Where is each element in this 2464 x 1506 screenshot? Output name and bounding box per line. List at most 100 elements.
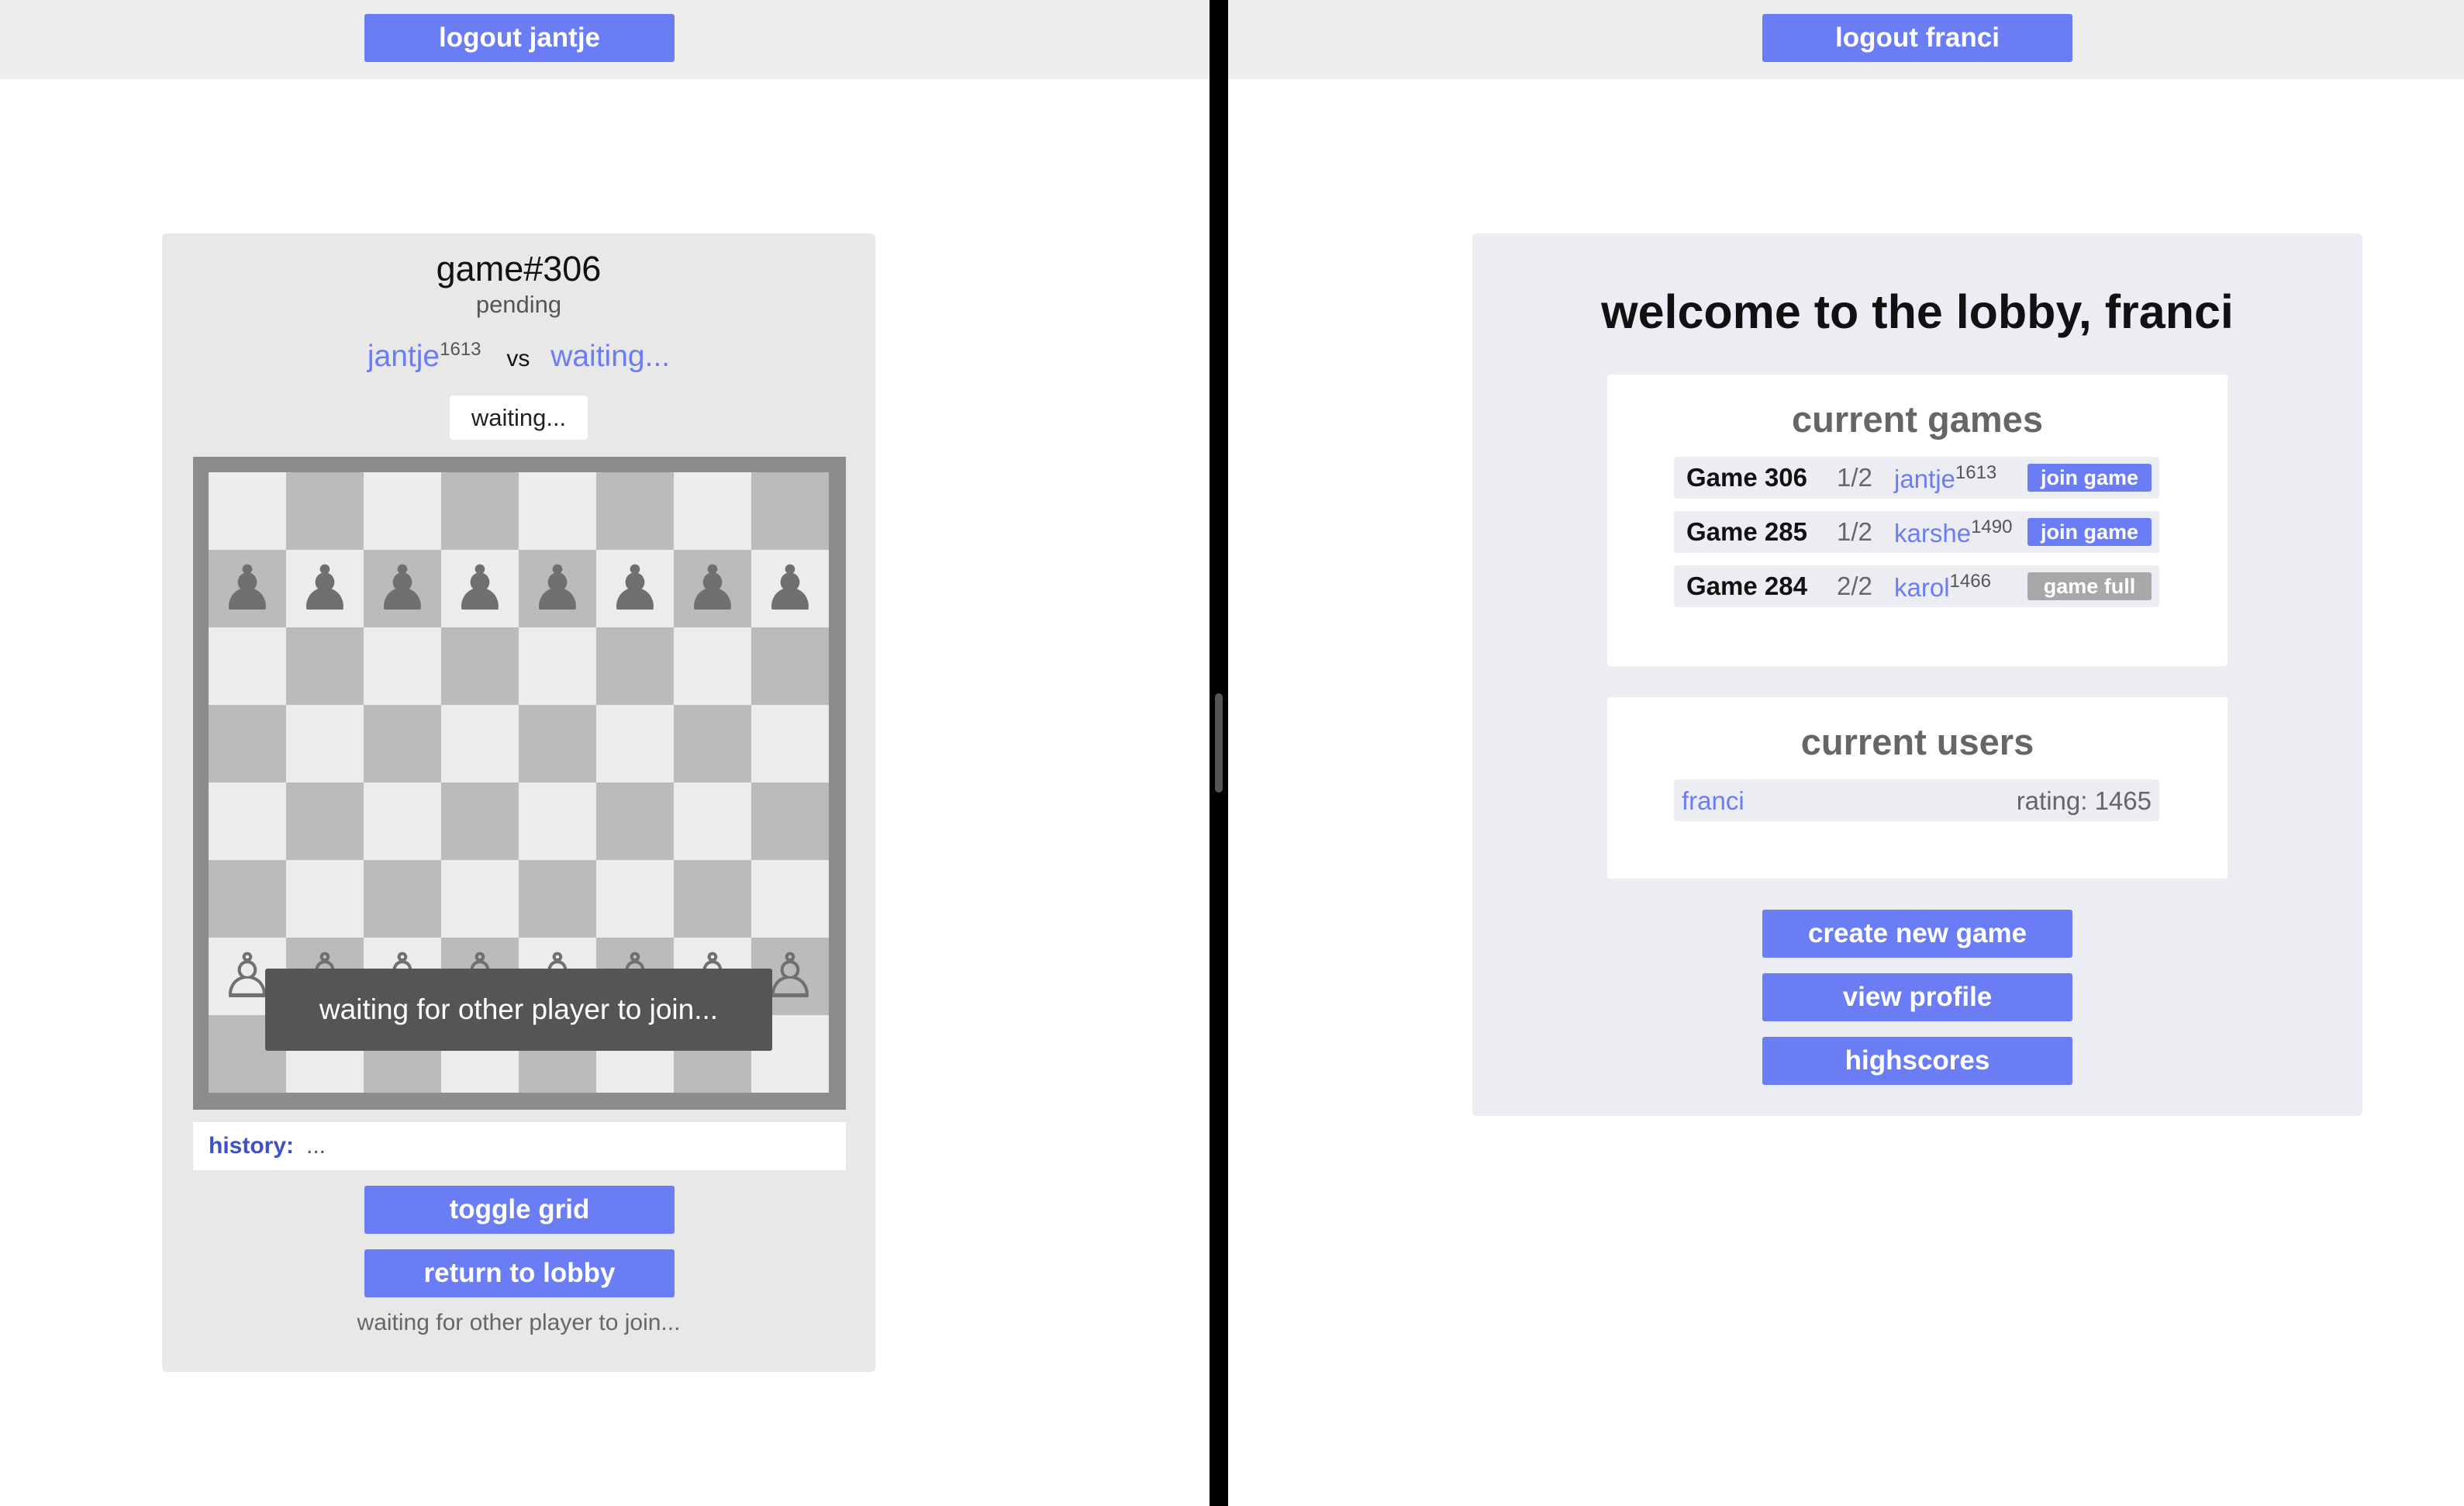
status-message: waiting for other player to join...	[357, 1310, 681, 1335]
black-pawn-icon[interactable]: ♟	[530, 558, 585, 620]
board-square[interactable]	[519, 705, 596, 782]
black-pawn-icon[interactable]: ♟	[219, 558, 275, 620]
board-square[interactable]	[751, 705, 829, 782]
return-to-lobby-button[interactable]: return to lobby	[364, 1249, 675, 1297]
board-square[interactable]	[441, 627, 519, 705]
board-square[interactable]	[441, 860, 519, 938]
board-square[interactable]	[441, 782, 519, 860]
board-square[interactable]: ♟	[751, 550, 829, 627]
game-row: Game 285 1/2 karshe1490 join game	[1674, 511, 2159, 553]
board-square[interactable]	[751, 472, 829, 550]
board-square[interactable]	[674, 705, 751, 782]
current-games-title: current games	[1792, 399, 2043, 440]
waiting-overlay: waiting for other player to join...	[265, 969, 772, 1051]
board-square[interactable]: ♟	[674, 550, 751, 627]
logout-button[interactable]: logout franci	[1762, 14, 2072, 62]
board-square[interactable]: ♟	[441, 550, 519, 627]
board-square[interactable]	[519, 860, 596, 938]
black-pawn-icon[interactable]: ♟	[452, 558, 508, 620]
board-square[interactable]	[364, 705, 441, 782]
board-square[interactable]	[751, 627, 829, 705]
board-square[interactable]	[286, 627, 364, 705]
user-name[interactable]: franci	[1682, 786, 1744, 816]
board-square[interactable]	[596, 860, 674, 938]
black-pawn-icon[interactable]: ♟	[374, 558, 430, 620]
board-square[interactable]	[209, 860, 286, 938]
chess-board-frame: ♟♟♟♟♟♟♟♟♙♙♙♙♙♙♙♙ waiting for other playe…	[193, 457, 846, 1110]
board-square[interactable]: ♟	[519, 550, 596, 627]
board-square[interactable]	[364, 860, 441, 938]
board-square[interactable]	[286, 472, 364, 550]
board-square[interactable]: ♟	[209, 550, 286, 627]
board-square[interactable]: ♟	[596, 550, 674, 627]
toggle-grid-button[interactable]: toggle grid	[364, 1186, 675, 1234]
history-label: history:	[209, 1133, 295, 1159]
game-host-rating: 1466	[1949, 570, 1991, 592]
black-pawn-icon[interactable]: ♟	[607, 558, 663, 620]
board-square[interactable]	[596, 472, 674, 550]
board-square[interactable]	[751, 782, 829, 860]
versus-label: vs	[506, 346, 530, 371]
board-square[interactable]	[674, 627, 751, 705]
board-square[interactable]	[441, 705, 519, 782]
left-top-bar: logout jantje	[0, 0, 1210, 79]
logout-button[interactable]: logout jantje	[364, 14, 675, 62]
current-games-panel: current games Game 306 1/2 jantje1613 join …	[1607, 375, 2228, 666]
turn-indicator: waiting...	[450, 395, 588, 440]
board-square[interactable]	[286, 782, 364, 860]
board-square[interactable]	[286, 705, 364, 782]
user-rating: rating: 1465	[2016, 786, 2152, 815]
game-host-name[interactable]: karshe	[1894, 519, 1971, 547]
game-host-player[interactable]: karol1466	[1894, 571, 1991, 603]
board-square[interactable]	[596, 705, 674, 782]
board-square[interactable]	[519, 627, 596, 705]
player-one-name[interactable]: jantje	[368, 340, 440, 373]
game-host-player[interactable]: jantje1613	[1894, 462, 1996, 494]
view-profile-button[interactable]: view profile	[1762, 973, 2072, 1021]
create-new-game-button[interactable]: create new game	[1762, 910, 2072, 958]
history-value: ...	[306, 1133, 326, 1159]
split-drag-handle[interactable]	[1215, 693, 1223, 793]
board-square[interactable]	[441, 472, 519, 550]
board-square[interactable]	[674, 860, 751, 938]
board-square[interactable]: ♟	[364, 550, 441, 627]
board-square[interactable]	[674, 472, 751, 550]
board-square[interactable]	[209, 782, 286, 860]
board-square[interactable]	[674, 782, 751, 860]
board-square[interactable]	[209, 705, 286, 782]
game-host-name[interactable]: jantje	[1894, 465, 1955, 493]
board-square[interactable]	[209, 472, 286, 550]
board-square[interactable]	[519, 472, 596, 550]
game-host-player[interactable]: karshe1490	[1894, 516, 2012, 548]
user-row: franci rating: 1465	[1674, 779, 2159, 821]
board-square[interactable]: ♟	[286, 550, 364, 627]
highscores-button[interactable]: highscores	[1762, 1037, 2072, 1085]
game-host-rating: 1490	[1971, 516, 2013, 537]
black-pawn-icon[interactable]: ♟	[685, 558, 740, 620]
players-line: jantje1613 vs waiting...	[162, 339, 875, 374]
join-game-button[interactable]: join game	[2027, 464, 2152, 492]
board-square[interactable]	[286, 860, 364, 938]
game-player-count: 2/2	[1837, 572, 1872, 600]
player-two-name: waiting...	[550, 340, 671, 373]
board-square[interactable]	[209, 627, 286, 705]
board-square[interactable]	[364, 782, 441, 860]
game-player-count: 1/2	[1837, 517, 1872, 546]
join-game-button[interactable]: join game	[2027, 518, 2152, 546]
black-pawn-icon[interactable]: ♟	[297, 558, 353, 620]
game-host-name[interactable]: karol	[1894, 573, 1950, 602]
game-status: pending	[475, 291, 562, 318]
board-square[interactable]	[519, 782, 596, 860]
game-name: Game 285	[1686, 517, 1807, 546]
game-host-rating: 1613	[1955, 461, 1997, 483]
current-users-title: current users	[1800, 721, 2034, 762]
board-square[interactable]	[596, 627, 674, 705]
move-history: history: ...	[193, 1122, 846, 1170]
right-top-bar: logout franci	[1228, 0, 2464, 79]
game-full-badge: game full	[2027, 572, 2152, 600]
board-square[interactable]	[364, 472, 441, 550]
board-square[interactable]	[751, 860, 829, 938]
board-square[interactable]	[596, 782, 674, 860]
board-square[interactable]	[364, 627, 441, 705]
black-pawn-icon[interactable]: ♟	[762, 558, 818, 620]
